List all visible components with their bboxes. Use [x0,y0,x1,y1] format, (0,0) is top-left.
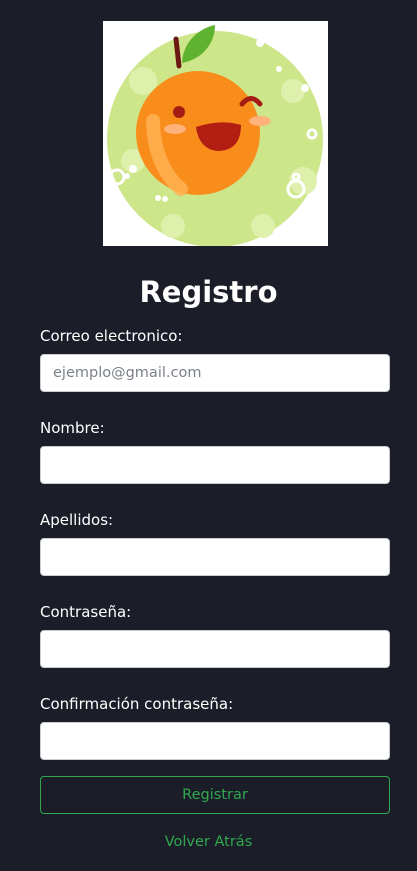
email-label: Correo electronico: [40,327,183,345]
password-confirm-field[interactable] [40,722,390,760]
back-link[interactable]: Volver Atrás [0,832,417,852]
surname-field[interactable] [40,538,390,576]
name-field[interactable] [40,446,390,484]
email-field[interactable] [40,354,390,392]
page-title: Registro [139,275,278,309]
orange-mascot-icon [107,25,323,246]
password-field[interactable] [40,630,390,668]
register-page: Registro Correo electronico: Nombre: Ape… [0,0,417,871]
surname-label: Apellidos: [40,511,114,529]
logo [103,21,328,246]
password-label: Contraseña: [40,603,132,621]
name-label: Nombre: [40,419,105,437]
register-button[interactable]: Registrar [40,776,390,814]
password-confirm-label: Confirmación contraseña: [40,695,234,713]
